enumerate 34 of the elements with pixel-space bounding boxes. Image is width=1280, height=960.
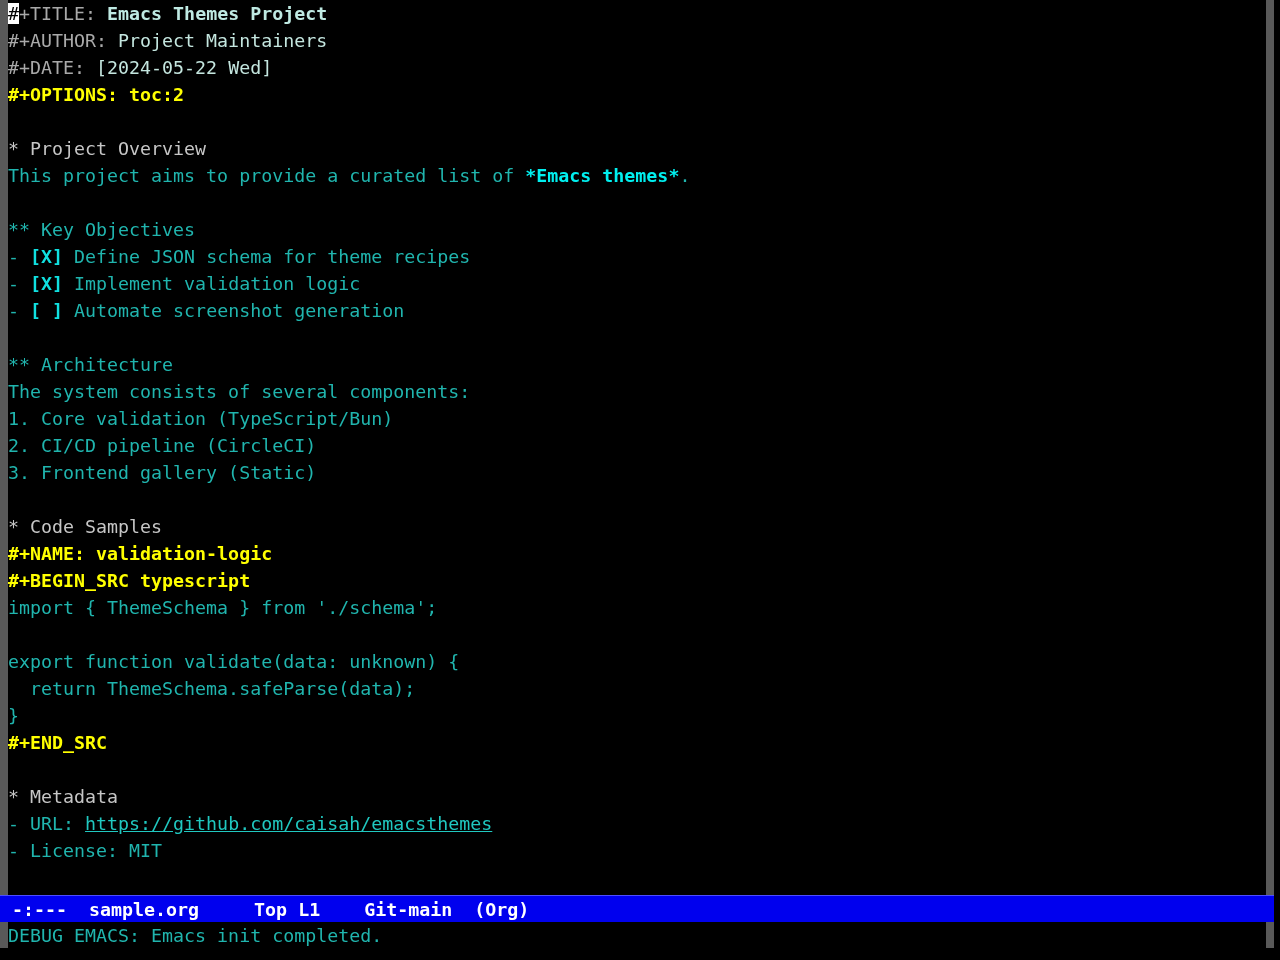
paragraph: This project aims to provide a curated list of *Emacs themes*. [8, 165, 691, 186]
block-keyword: #+END_SRC [8, 732, 108, 753]
checklist-item: - [X] Define JSON schema for theme recipes [8, 246, 471, 267]
list-item: - License: MIT [8, 840, 163, 861]
code-line: return ThemeSchema.safeParse(data); [29, 678, 416, 699]
paragraph: The system consists of several components: [8, 381, 471, 402]
checklist-item: - [ ] Automate screenshot generation [8, 300, 405, 321]
buffer-status: -:--- [12, 897, 68, 922]
heading: * Project Overview [8, 138, 207, 159]
code-line: export function validate(data: unknown) { [8, 651, 460, 672]
keyword-line: #+OPTIONS: toc:2 [8, 84, 185, 105]
cursor-position: Top L1 [254, 897, 321, 922]
numbered-item: 2. CI/CD pipeline (CircleCI) [8, 435, 317, 456]
fringe [1266, 922, 1274, 948]
url-link[interactable]: https://github.com/caisah/emacsthemes [85, 813, 493, 834]
block-keyword: #+NAME: validation-logic [8, 543, 273, 564]
checklist-item: - [X] Implement validation logic [8, 273, 361, 294]
code-line: } [8, 705, 19, 726]
fringe [0, 922, 8, 948]
keyword-line: #+AUTHOR: Project Maintainers [8, 30, 328, 51]
list-item: - URL: https://github.com/caisah/emacsthemes [8, 813, 493, 834]
major-mode: (Org) [474, 897, 530, 922]
numbered-item: 3. Frontend gallery (Static) [8, 462, 317, 483]
subheading: ** Key Objectives [8, 219, 196, 240]
numbered-item: 1. Core validation (TypeScript/Bun) [8, 408, 394, 429]
keyword-line: #+DATE: [2024-05-22 Wed] [8, 57, 273, 78]
heading: * Metadata [8, 786, 119, 807]
code-line: import { ThemeSchema } from './schema'; [8, 597, 438, 618]
git-branch: Git-main [364, 897, 453, 922]
heading: * Code Samples [8, 516, 163, 537]
subheading: ** Architecture [8, 354, 174, 375]
buffer-name: sample.org [89, 897, 200, 922]
echo-message: DEBUG EMACS: Emacs init completed. [8, 924, 383, 948]
block-keyword: #+BEGIN_SRC typescript [8, 570, 251, 591]
